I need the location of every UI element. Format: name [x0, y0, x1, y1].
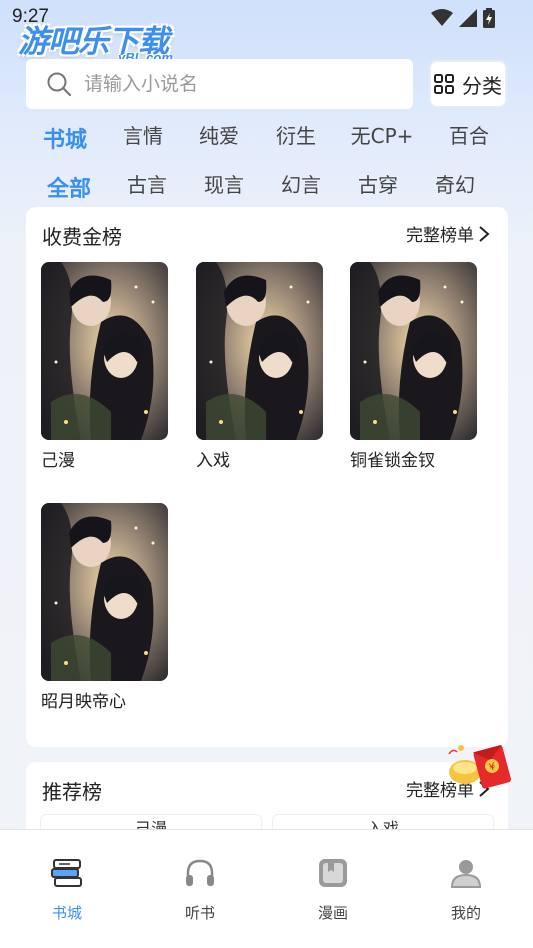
genre-tab-qihuan[interactable]: 奇幻	[435, 169, 475, 198]
book-cover[interactable]	[350, 262, 477, 440]
nav-item-audiobook[interactable]: 听书	[160, 856, 240, 923]
recommend-ranking-title: 推荐榜	[42, 780, 102, 804]
nav-label: 听书	[184, 904, 215, 922]
nav-label: 我的	[450, 904, 481, 922]
nav-label: 书城	[51, 904, 82, 922]
channel-tabs: 书城 言情 纯爱 衍生 无CP+ 百合	[0, 118, 533, 158]
book-card[interactable]: 昭月映帝心	[41, 503, 168, 712]
book-title: 铜雀锁金钗	[350, 451, 435, 471]
genre-tab-all[interactable]: 全部	[47, 171, 91, 203]
search-icon	[47, 72, 72, 97]
headphones-icon	[186, 859, 214, 886]
tab-wucp[interactable]: 无CP+	[351, 120, 414, 149]
books-icon	[51, 859, 82, 887]
book-card[interactable]: 铜雀锁金钗	[350, 262, 477, 471]
genre-tab-guchuan[interactable]: 古穿	[358, 169, 398, 198]
comic-icon	[319, 859, 347, 887]
chevron-right-icon	[479, 225, 490, 242]
genre-tab-huanyan[interactable]: 幻言	[281, 169, 321, 198]
book-cover[interactable]	[41, 503, 168, 681]
grid-icon	[434, 74, 454, 94]
status-icons	[431, 8, 495, 28]
book-cover[interactable]	[196, 262, 323, 440]
tab-baihe[interactable]: 百合	[449, 120, 489, 149]
nav-item-profile[interactable]: 我的	[426, 856, 506, 923]
category-button[interactable]: 分类	[429, 60, 507, 108]
paid-ranking-card: 收费金榜 完整榜单 己漫 入戏 铜雀锁金钗 昭月映帝心	[26, 207, 508, 747]
bottom-nav: 书城 听书 漫画 我的	[0, 829, 533, 948]
book-card[interactable]: 己漫	[41, 262, 168, 471]
category-button-label: 分类	[462, 73, 502, 98]
tab-yanqing[interactable]: 言情	[123, 120, 163, 149]
wifi-icon	[431, 9, 453, 26]
recommend-list: 己漫 入戏	[40, 814, 494, 830]
tab-shucheng[interactable]: 书城	[43, 122, 87, 154]
nav-item-bookstore[interactable]: 书城	[27, 856, 107, 923]
book-title: 己漫	[41, 451, 75, 471]
book-title: 昭月映帝心	[41, 692, 126, 712]
book-card[interactable]: 入戏	[196, 262, 323, 471]
nav-label: 漫画	[317, 904, 348, 922]
more-link-label: 完整榜单	[406, 226, 474, 246]
nav-item-comic[interactable]: 漫画	[293, 856, 373, 923]
genre-tab-xianyan[interactable]: 现言	[204, 169, 244, 198]
paid-ranking-more-link[interactable]: 完整榜单	[406, 221, 490, 246]
signal-icon	[459, 9, 477, 27]
paid-ranking-title: 收费金榜	[42, 225, 122, 249]
list-item[interactable]: 入戏	[272, 814, 494, 830]
red-packet-icon[interactable]: ¥	[447, 742, 517, 790]
search-box[interactable]	[26, 59, 413, 109]
profile-icon	[450, 860, 482, 888]
tab-yansheng[interactable]: 衍生	[276, 120, 316, 149]
search-input[interactable]	[84, 73, 384, 95]
list-item[interactable]: 己漫	[40, 814, 262, 830]
battery-icon	[483, 8, 495, 28]
tab-chunai[interactable]: 纯爱	[199, 120, 239, 149]
genre-tabs: 全部 古言 现言 幻言 古穿 奇幻	[0, 168, 533, 208]
book-title: 入戏	[196, 451, 230, 471]
book-cover[interactable]	[41, 262, 168, 440]
genre-tab-guyan[interactable]: 古言	[127, 169, 167, 198]
